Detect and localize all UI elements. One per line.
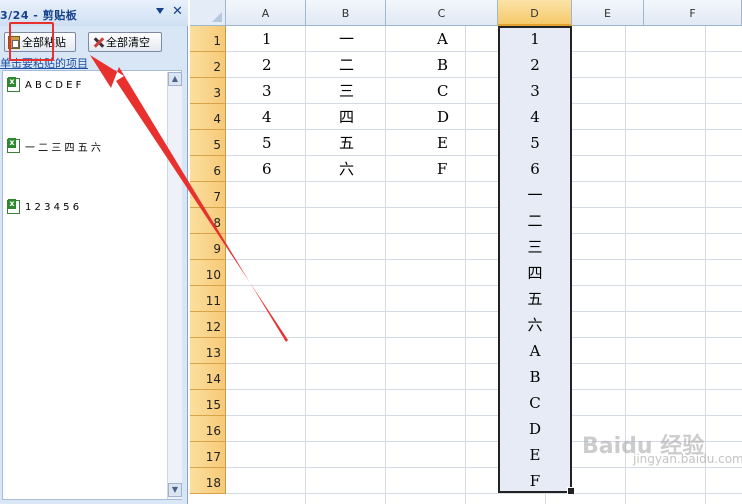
- column-header-e[interactable]: E: [572, 0, 644, 26]
- clipboard-item[interactable]: 一 二 三 四 五 六: [7, 138, 101, 154]
- row-header[interactable]: 18: [190, 468, 226, 494]
- row-header[interactable]: 5: [190, 130, 226, 156]
- annotation-highlight-box: [9, 22, 54, 61]
- cell-d[interactable]: 4: [500, 104, 570, 130]
- clipboard-item-text: 一 二 三 四 五 六: [25, 142, 101, 154]
- cell-d[interactable]: 3: [500, 78, 570, 104]
- cell-d[interactable]: 三: [500, 234, 570, 260]
- excel-icon: [7, 138, 20, 153]
- cell-d[interactable]: E: [500, 442, 570, 468]
- cell-d[interactable]: 五: [500, 286, 570, 312]
- clipboard-title: 3/24 - 剪贴板: [0, 9, 78, 22]
- cell-c[interactable]: F: [437, 156, 447, 182]
- watermark-url: jingyan.baidu.com: [633, 452, 742, 466]
- clipboard-item-text: 1 2 3 4 5 6: [25, 201, 80, 213]
- row-header[interactable]: 15: [190, 390, 226, 416]
- row-header[interactable]: 2: [190, 52, 226, 78]
- cell-c[interactable]: D: [437, 104, 449, 130]
- cell-c[interactable]: A: [437, 26, 448, 52]
- select-all-corner[interactable]: [190, 0, 226, 26]
- cell-b[interactable]: 二: [339, 52, 354, 78]
- row-header[interactable]: 10: [190, 260, 226, 286]
- clear-icon: [92, 36, 104, 49]
- row-header[interactable]: 7: [190, 182, 226, 208]
- cell-a[interactable]: 3: [262, 78, 272, 104]
- cell-c[interactable]: B: [437, 52, 448, 78]
- row-header[interactable]: 1: [190, 26, 226, 52]
- cell-b[interactable]: 五: [339, 130, 354, 156]
- cell-d[interactable]: F: [500, 468, 570, 494]
- clear-all-label: 全部清空: [106, 36, 150, 49]
- clear-all-button[interactable]: 全部清空: [88, 32, 162, 52]
- cell-d[interactable]: 2: [500, 52, 570, 78]
- excel-icon: [7, 77, 20, 92]
- column-header-c[interactable]: C: [386, 0, 498, 26]
- cell-d[interactable]: 二: [500, 208, 570, 234]
- clipboard-item-list: A B C D E F 一 二 三 四 五 六 1 2 3 4 5 6 ▲ ▼: [2, 70, 182, 500]
- clipboard-item-text: A B C D E F: [25, 79, 82, 91]
- row-header[interactable]: 14: [190, 364, 226, 390]
- cell-d[interactable]: 1: [500, 26, 570, 52]
- row-header[interactable]: 11: [190, 286, 226, 312]
- cell-d[interactable]: 一: [500, 182, 570, 208]
- row-header[interactable]: 13: [190, 338, 226, 364]
- clipboard-pane: 3/24 - 剪贴板 ✕ 全部粘贴 全部清空 单击要粘贴的项目 A B C D …: [0, 0, 188, 504]
- cell-c[interactable]: E: [437, 130, 448, 156]
- cell-a[interactable]: 6: [262, 156, 272, 182]
- cell-d[interactable]: 四: [500, 260, 570, 286]
- cell-a[interactable]: 1: [262, 26, 272, 52]
- cell-d[interactable]: 六: [500, 312, 570, 338]
- scroll-down-icon[interactable]: ▼: [168, 483, 182, 497]
- cell-d[interactable]: B: [500, 364, 570, 390]
- excel-icon: [7, 199, 20, 214]
- pane-options-dropdown-icon[interactable]: [156, 8, 164, 14]
- cell-d[interactable]: D: [500, 416, 570, 442]
- row-header[interactable]: 8: [190, 208, 226, 234]
- row-header[interactable]: 3: [190, 78, 226, 104]
- row-header[interactable]: 6: [190, 156, 226, 182]
- cell-c[interactable]: C: [437, 78, 448, 104]
- cell-d[interactable]: A: [500, 338, 570, 364]
- cell-a[interactable]: 2: [262, 52, 272, 78]
- row-header[interactable]: 12: [190, 312, 226, 338]
- column-header-b[interactable]: B: [306, 0, 386, 26]
- row-header[interactable]: 16: [190, 416, 226, 442]
- cell-b[interactable]: 三: [339, 78, 354, 104]
- clipboard-item[interactable]: 1 2 3 4 5 6: [7, 199, 79, 215]
- row-header[interactable]: 4: [190, 104, 226, 130]
- row-header[interactable]: 17: [190, 442, 226, 468]
- clipboard-item[interactable]: A B C D E F: [7, 77, 81, 93]
- cell-d[interactable]: C: [500, 390, 570, 416]
- cell-b[interactable]: 六: [339, 156, 354, 182]
- cell-d[interactable]: 6: [500, 156, 570, 182]
- cell-b[interactable]: 四: [339, 104, 354, 130]
- column-header-f[interactable]: F: [644, 0, 742, 26]
- cell-a[interactable]: 5: [262, 130, 272, 156]
- column-header-d[interactable]: D: [498, 0, 572, 26]
- cell-a[interactable]: 4: [262, 104, 272, 130]
- cell-d[interactable]: 5: [500, 130, 570, 156]
- pane-scrollbar[interactable]: ▲ ▼: [167, 72, 182, 499]
- row-header[interactable]: 9: [190, 234, 226, 260]
- cell-b[interactable]: 一: [339, 26, 354, 52]
- close-icon[interactable]: ✕: [172, 4, 183, 20]
- column-header-a[interactable]: A: [226, 0, 306, 26]
- scroll-up-icon[interactable]: ▲: [168, 72, 182, 86]
